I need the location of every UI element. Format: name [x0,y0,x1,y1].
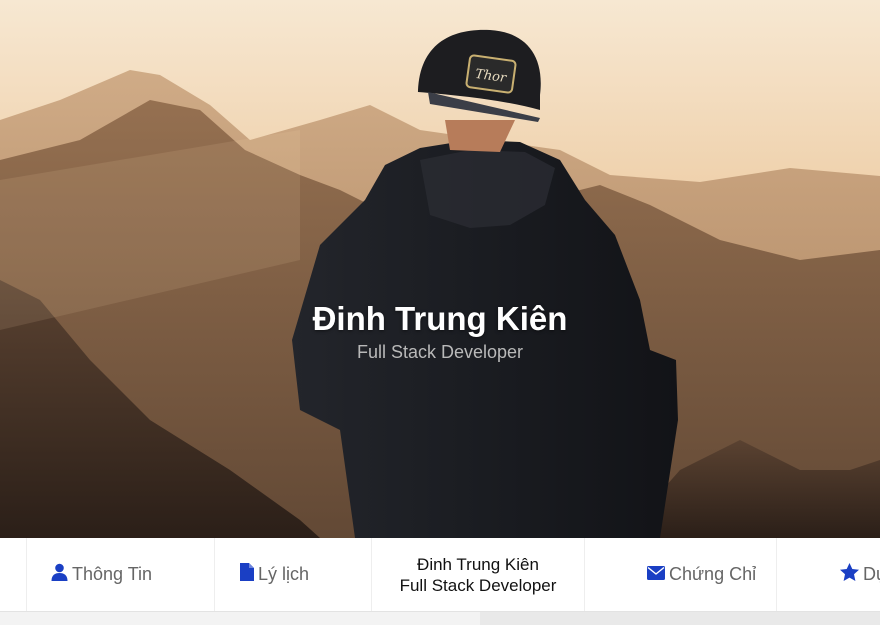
brand-name: Đinh Trung Kiên [417,554,539,574]
nav-brand[interactable]: Đinh Trung Kiên Full Stack Developer [371,538,585,611]
nav-item-label: Thông Tin [72,564,153,584]
hero-role: Full Stack Developer [356,342,524,362]
nav-item-ly-lich[interactable]: Lý lịch [214,538,334,611]
hero-background-image: Thor [0,0,880,538]
nav-item-thong-tin[interactable]: Thông Tin [26,538,176,611]
envelope-icon [647,564,669,585]
content-column-left [0,612,480,625]
nav-item-chung-chi[interactable]: Chứng Chỉ [622,538,776,611]
main-navbar: Thông Tin Lý lịch Đinh Trung Kiên Full S… [0,538,880,612]
nav-item-label: Lý lịch [258,564,310,584]
content-column-right [480,612,880,625]
page-content-start [0,612,880,625]
star-icon [840,563,863,586]
brand-role: Full Stack Developer [399,575,557,595]
user-icon [51,563,72,586]
nav-item-label: Dự [863,564,880,584]
hero-section: Thor Đinh Trung Kiên Full Stack Develope… [0,0,880,538]
hero-name: Đinh Trung Kiên [312,300,568,337]
nav-item-du-an[interactable]: Dự [776,538,880,611]
nav-item-label: Chứng Chỉ [669,564,757,584]
file-icon [240,563,258,586]
